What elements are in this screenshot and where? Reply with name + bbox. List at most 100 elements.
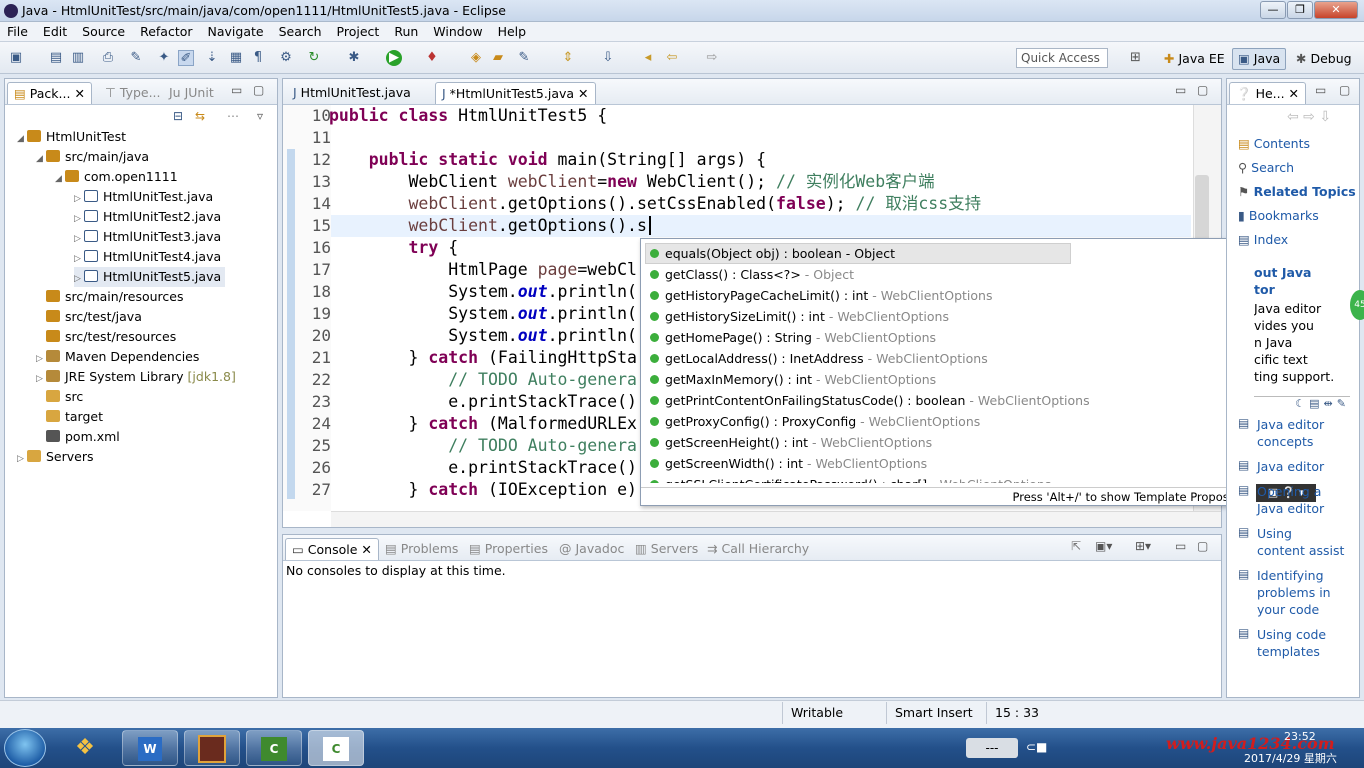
tab-help[interactable]: ❔ He... ✕: [1229, 82, 1307, 104]
completion-item[interactable]: getHomePage() : String - WebClientOption…: [647, 327, 936, 348]
debug-tools-icon[interactable]: ⚙: [278, 50, 294, 66]
expanded-arrow-icon[interactable]: ◢: [17, 129, 27, 149]
taskbar-app-icon[interactable]: ❖: [60, 730, 110, 766]
minimize-console-icon[interactable]: ▭: [1175, 539, 1186, 553]
tree-item[interactable]: ▷ HtmlUnitTest4.java: [74, 247, 221, 267]
menu-navigate[interactable]: Navigate: [201, 22, 272, 42]
tab-call-hierarchy[interactable]: ⇉ Call Hierarchy: [701, 538, 815, 560]
tree-item[interactable]: ▷ Servers: [17, 447, 94, 467]
chevron-down-icon[interactable]: ▿: [257, 109, 263, 123]
completion-item[interactable]: getScreenWidth() : int - WebClientOption…: [647, 453, 927, 474]
new-icon[interactable]: ▣: [8, 50, 24, 66]
tab-javadoc[interactable]: @ Javadoc: [553, 538, 630, 560]
menu-file[interactable]: File: [0, 22, 36, 42]
menu-search[interactable]: Search: [272, 22, 330, 42]
tab-type-hierarchy[interactable]: ⊤ Type...: [99, 82, 167, 104]
tree-item[interactable]: src/test/java: [36, 307, 142, 327]
save-icon[interactable]: ▤: [48, 50, 64, 66]
collapsed-arrow-icon[interactable]: ▷: [74, 229, 84, 249]
completion-item[interactable]: getProxyConfig() : ProxyConfig - WebClie…: [647, 411, 980, 432]
code-line[interactable]: // TODO Auto-genera: [329, 435, 637, 457]
last-edit-icon[interactable]: ◂: [640, 50, 656, 66]
tree-item[interactable]: src: [36, 387, 83, 407]
code-line[interactable]: e.printStackTrace(): [329, 457, 637, 479]
tree-item[interactable]: ▷ HtmlUnitTest2.java: [74, 207, 221, 227]
prev-edit-icon[interactable]: ⇩: [600, 50, 616, 66]
search-tool-icon[interactable]: ✎: [516, 50, 532, 66]
tree-item[interactable]: target: [36, 407, 103, 427]
link-editor-icon[interactable]: ⇆: [195, 109, 205, 123]
taskbar-word-button[interactable]: W: [122, 730, 178, 766]
horizontal-scrollbar[interactable]: [331, 511, 1221, 527]
tab-servers[interactable]: ▥ Servers: [629, 538, 704, 560]
code-line[interactable]: e.printStackTrace(): [329, 391, 637, 413]
tab-problems[interactable]: ▤ Problems: [379, 538, 464, 560]
completion-item[interactable]: getHistorySizeLimit() : int - WebClientO…: [647, 306, 949, 327]
collapsed-arrow-icon[interactable]: ▷: [74, 269, 84, 289]
debug-icon[interactable]: ✱: [346, 50, 362, 66]
taskbar-camtasia2-button[interactable]: C: [308, 730, 364, 766]
tab-console[interactable]: ▭ Console ✕: [285, 538, 379, 560]
perspective-java-ee[interactable]: ✚ Java EE: [1158, 48, 1231, 70]
help-link-search[interactable]: ⚲ Search: [1238, 156, 1356, 180]
mark-occurrences-icon[interactable]: ✐: [178, 50, 194, 66]
next-edit-icon[interactable]: ⇕: [560, 50, 576, 66]
collapsed-arrow-icon[interactable]: ▷: [74, 249, 84, 269]
tab-htmlunittest5[interactable]: J *HtmlUnitTest5.java ✕: [435, 82, 596, 104]
tab-htmlunittest[interactable]: J HtmlUnitTest.java: [287, 82, 417, 104]
help-link-related-topics[interactable]: ⚑ Related Topics: [1238, 180, 1356, 204]
collapsed-arrow-icon[interactable]: ▷: [74, 209, 84, 229]
tree-item[interactable]: ▷ JRE System Library [jdk1.8]: [36, 367, 236, 387]
help-back-icon[interactable]: ⇦ ⇨ ⇩: [1287, 109, 1331, 125]
minimize-help-icon[interactable]: ▭: [1315, 83, 1326, 97]
completion-item[interactable]: getPrintContentOnFailingStatusCode() : b…: [647, 390, 1090, 411]
back-icon[interactable]: ⇦: [664, 50, 680, 66]
perspective-java[interactable]: ▣ Java: [1232, 48, 1287, 70]
open-folder-icon[interactable]: ▰: [490, 50, 506, 66]
maximize-help-icon[interactable]: ▢: [1339, 83, 1350, 97]
refresh-icon[interactable]: ↻: [306, 50, 322, 66]
code-line[interactable]: System.out.println(: [329, 303, 637, 325]
help-link-bookmarks[interactable]: ▮ Bookmarks: [1238, 204, 1356, 228]
run-icon[interactable]: ▶: [386, 50, 402, 66]
external-tools-icon[interactable]: ♦: [424, 50, 440, 66]
tree-item[interactable]: ▷ HtmlUnitTest5.java: [74, 267, 226, 289]
tree-item[interactable]: ▷ HtmlUnitTest3.java: [74, 227, 221, 247]
code-line[interactable]: public class HtmlUnitTest5 {: [329, 105, 607, 127]
code-line[interactable]: webClient.getOptions().s: [329, 215, 646, 237]
view-menu-icon[interactable]: ⋯: [227, 109, 239, 123]
menu-project[interactable]: Project: [330, 22, 388, 42]
save-all-icon[interactable]: ▥: [70, 50, 86, 66]
collapsed-arrow-icon[interactable]: ▷: [74, 189, 84, 209]
help-toolbar-icons[interactable]: ☾▤⇹✎: [1254, 396, 1350, 412]
code-line[interactable]: // TODO Auto-genera: [329, 369, 637, 391]
menu-source[interactable]: Source: [75, 22, 133, 42]
close-button[interactable]: ✕: [1314, 1, 1358, 19]
toggle-mark-icon[interactable]: ✎: [128, 50, 144, 66]
tray-icon[interactable]: ⊂■: [1026, 740, 1047, 754]
menu-window[interactable]: Window: [426, 22, 490, 42]
help-link-index[interactable]: ▤ Index: [1238, 228, 1356, 252]
completion-item[interactable]: getScreenHeight() : int - WebClientOptio…: [647, 432, 932, 453]
tree-item[interactable]: pom.xml: [36, 427, 120, 447]
tab-package-explorer[interactable]: ▤ Pack... ✕: [7, 82, 92, 104]
tab-junit[interactable]: Ju JUnit: [163, 82, 220, 104]
tab-properties[interactable]: ▤ Properties: [463, 538, 554, 560]
language-bar[interactable]: ---: [966, 738, 1018, 758]
show-whitespace-icon[interactable]: ¶: [250, 50, 266, 66]
forward-icon[interactable]: ⇨: [704, 50, 720, 66]
code-line[interactable]: webClient.getOptions().setCssEnabled(fal…: [329, 193, 981, 215]
new-java-project-icon[interactable]: ◈: [468, 50, 484, 66]
taskbar-eclipse-button[interactable]: [184, 730, 240, 766]
taskbar-camtasia-button[interactable]: C: [246, 730, 302, 766]
start-button[interactable]: [4, 729, 46, 767]
collapse-all-icon[interactable]: ⊟: [173, 109, 183, 123]
help-link-contents[interactable]: ▤ Contents: [1238, 132, 1356, 156]
completion-item[interactable]: equals(Object obj) : boolean - Object: [647, 243, 895, 264]
pin-console-icon[interactable]: ⇱: [1071, 539, 1081, 553]
code-line[interactable]: } catch (FailingHttpSta: [329, 347, 637, 369]
code-line[interactable]: HtmlPage page=webCl: [329, 259, 637, 281]
expanded-arrow-icon[interactable]: ◢: [36, 149, 46, 169]
expanded-arrow-icon[interactable]: ◢: [55, 169, 65, 189]
tree-item[interactable]: ◢ src/main/java: [36, 147, 149, 167]
